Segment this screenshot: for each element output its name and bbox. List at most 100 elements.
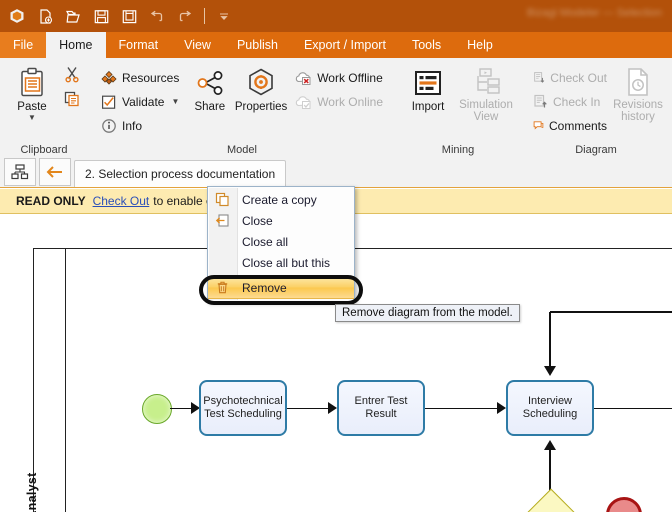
comments-icon	[533, 121, 544, 130]
comments-label: Comments	[548, 118, 607, 133]
work-offline-label: Work Offline	[317, 70, 383, 85]
lane-divider	[65, 248, 66, 512]
clipboard-group-label: Clipboard	[20, 144, 68, 156]
validate-button[interactable]: Validate ▼	[97, 91, 186, 112]
arrowhead-task2-to-task3	[497, 402, 506, 414]
check-in-button: Check In	[529, 91, 611, 112]
import-button[interactable]: Import	[401, 61, 455, 113]
simulation-view-label: Simulation View	[459, 99, 513, 123]
cloud-offline-icon	[296, 71, 311, 85]
work-online-button: Work Online	[290, 91, 387, 112]
arrowhead-gateway-to-task3	[544, 440, 556, 450]
context-menu-item-close[interactable]: Close	[208, 210, 354, 231]
start-event[interactable]	[142, 394, 172, 424]
quick-access-separator	[204, 8, 205, 24]
tab-export-import[interactable]: Export / Import	[291, 32, 399, 58]
ribbon-group-diagram: Check Out Check In Comments Revisions hi…	[524, 58, 668, 158]
validate-dropdown-caret[interactable]: ▼	[171, 97, 179, 106]
lane-label: Resourses Analyst	[25, 471, 39, 512]
open-folder-icon[interactable]	[60, 3, 86, 29]
save-as-icon[interactable]	[116, 3, 142, 29]
tab-home[interactable]: Home	[46, 32, 106, 58]
connector-task2-to-task3	[425, 407, 504, 410]
info-icon	[102, 118, 116, 133]
readonly-status: READ ONLY	[16, 194, 86, 208]
check-in-label: Check In	[553, 94, 601, 109]
context-menu-label: Close all but this	[242, 255, 331, 270]
copy-button[interactable]	[61, 88, 83, 110]
revisions-history-label: Revisions history	[613, 99, 663, 123]
quick-access-toolbar	[0, 3, 237, 29]
application-window: Bizagi Modeler — Selection File Home For…	[0, 0, 672, 512]
app-logo-icon[interactable]	[4, 3, 30, 29]
comments-button[interactable]: Comments	[529, 115, 611, 136]
context-menu-label: Remove	[242, 280, 287, 295]
diagram-group-label: Diagram	[575, 144, 617, 156]
resources-label: Resources	[122, 70, 180, 85]
tab-publish[interactable]: Publish	[224, 32, 291, 58]
context-menu-item-close-all-but-this[interactable]: Close all but this	[208, 252, 354, 273]
task-label: Interview Scheduling	[522, 395, 578, 420]
context-menu-item-remove[interactable]: Remove	[208, 276, 354, 299]
task-interview-scheduling[interactable]: Interview Scheduling	[506, 380, 594, 436]
undo-icon[interactable]	[144, 3, 170, 29]
resources-icon	[101, 70, 117, 85]
save-icon[interactable]	[88, 3, 114, 29]
cut-button[interactable]	[61, 63, 83, 85]
check-out-link[interactable]: Check Out	[93, 194, 150, 208]
clipboard-icon	[21, 67, 43, 97]
check-out-label: Check Out	[550, 70, 607, 85]
connector-task3-outgoing	[594, 407, 672, 410]
connector-loopback-vertical	[549, 312, 551, 370]
resources-button[interactable]: Resources	[97, 67, 186, 88]
diagram-view-button[interactable]	[4, 158, 36, 186]
tab-file[interactable]: File	[0, 32, 47, 58]
import-label: Import	[411, 101, 445, 113]
model-group-label: Model	[227, 144, 257, 156]
ribbon-tab-bar: File Home Format View Publish Export / I…	[0, 32, 672, 58]
chevron-down-icon[interactable]	[211, 3, 237, 29]
context-menu-label: Close all	[242, 234, 289, 249]
document-tab-strip: 2. Selection process documentation	[0, 158, 672, 188]
tooltip: Remove diagram from the model.	[335, 304, 520, 322]
back-arrow-icon	[46, 166, 62, 178]
properties-icon	[249, 68, 273, 96]
properties-button[interactable]: Properties	[234, 61, 288, 113]
properties-label: Properties	[234, 101, 288, 113]
validate-label: Validate	[122, 94, 165, 109]
org-chart-icon	[11, 164, 29, 180]
tab-format[interactable]: Format	[106, 32, 172, 58]
paste-button[interactable]: Paste ▼	[5, 61, 59, 122]
arrowhead-task1-to-task2	[328, 402, 337, 414]
revisions-history-button: Revisions history	[613, 61, 663, 123]
ribbon-group-clipboard: Paste ▼ Clipboard	[0, 58, 88, 158]
share-icon	[197, 71, 223, 95]
check-out-button: Check Out	[529, 67, 611, 88]
task-entrer-test-result[interactable]: Entrer Test Result	[337, 380, 425, 436]
ribbon-group-model: Resources Validate ▼ Info Share Properti…	[92, 58, 392, 158]
work-offline-button[interactable]: Work Offline	[290, 67, 387, 88]
window-title: Bizagi Modeler — Selection	[526, 7, 662, 19]
back-button[interactable]	[39, 158, 71, 186]
copy-icon	[64, 91, 79, 107]
copy-pages-icon	[208, 192, 236, 207]
info-button[interactable]: Info	[97, 115, 186, 136]
new-document-icon[interactable]	[32, 3, 58, 29]
document-tab-selection-process[interactable]: 2. Selection process documentation	[74, 160, 287, 187]
redo-icon[interactable]	[172, 3, 198, 29]
tab-context-menu[interactable]: Create a copy Close Close all Close all …	[207, 186, 355, 302]
tab-view[interactable]: View	[171, 32, 224, 58]
simulation-view-button: Simulation View	[457, 61, 515, 123]
revisions-history-icon	[628, 68, 648, 96]
paste-dropdown-caret[interactable]: ▼	[28, 114, 36, 122]
tab-tools[interactable]: Tools	[399, 32, 454, 58]
task-psychotechnical-test-scheduling[interactable]: Psychotechnical Test Scheduling	[199, 380, 287, 436]
scissors-icon	[65, 67, 79, 83]
context-menu-item-close-all[interactable]: Close all	[208, 231, 354, 252]
context-menu-label: Close	[242, 213, 273, 228]
context-menu-item-create-a-copy[interactable]: Create a copy	[208, 189, 354, 210]
tab-help[interactable]: Help	[454, 32, 506, 58]
task-label: Entrer Test Result	[354, 395, 408, 420]
check-out-icon	[534, 72, 545, 83]
share-button[interactable]: Share	[188, 61, 232, 113]
